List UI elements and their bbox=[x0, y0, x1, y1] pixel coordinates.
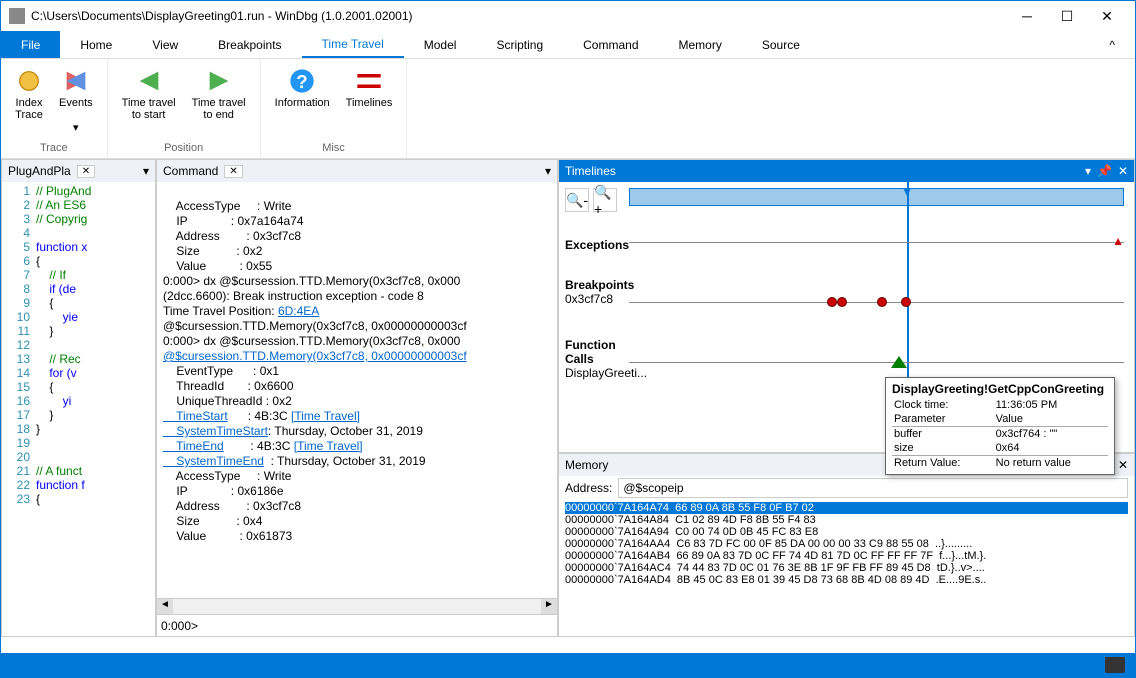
source-tab-label[interactable]: PlugAndPla bbox=[8, 164, 71, 178]
menu-bar: File Home View Breakpoints Time Travel M… bbox=[1, 31, 1135, 59]
timelines-tab-label: Timelines bbox=[565, 164, 616, 178]
menu-source[interactable]: Source bbox=[742, 31, 820, 58]
position-group-label: Position bbox=[116, 138, 252, 154]
menu-command[interactable]: Command bbox=[563, 31, 658, 58]
systemtimeend-link[interactable]: SystemTimeEnd bbox=[163, 454, 264, 468]
code-area[interactable]: 1// PlugAnd2// An ES63// Copyrig45functi… bbox=[2, 182, 155, 636]
function-call-tooltip: DisplayGreeting!GetCppConGreeting Clock … bbox=[885, 377, 1115, 475]
information-button[interactable]: ? Information bbox=[269, 63, 336, 138]
close-icon[interactable]: ✕ bbox=[1118, 458, 1128, 472]
clock-time-label: Clock time: bbox=[892, 398, 994, 412]
window-title: C:\Users\Documents\DisplayGreeting01.run… bbox=[31, 9, 1007, 23]
menu-memory[interactable]: Memory bbox=[659, 31, 742, 58]
app-icon bbox=[9, 8, 25, 24]
breakpoints-label: Breakpoints bbox=[565, 278, 634, 292]
memory-tab-label: Memory bbox=[565, 458, 608, 472]
pin-icon[interactable]: 📌 bbox=[1097, 164, 1112, 178]
command-panel: Command ✕ ▾ AccessType : Write IP : 0x7a… bbox=[156, 159, 558, 637]
command-tab-label[interactable]: Command bbox=[163, 164, 218, 178]
events-icon bbox=[62, 67, 90, 95]
menu-file[interactable]: File bbox=[1, 31, 60, 58]
close-icon[interactable]: ✕ bbox=[77, 165, 95, 178]
h-scrollbar[interactable]: ◄► bbox=[157, 598, 557, 614]
maximize-button[interactable]: ☐ bbox=[1047, 2, 1087, 30]
source-panel: PlugAndPla ✕ ▾ 1// PlugAnd2// An ES63// … bbox=[1, 159, 156, 637]
timeend-link[interactable]: TimeEnd bbox=[163, 439, 224, 453]
param-name: size bbox=[892, 441, 994, 456]
misc-group-label: Misc bbox=[269, 138, 399, 154]
play-back-icon bbox=[135, 67, 163, 95]
param-value: 0x64 bbox=[994, 441, 1108, 456]
svg-text:?: ? bbox=[296, 71, 307, 92]
breakpoint-marker[interactable] bbox=[877, 297, 887, 307]
time-travel-position-link[interactable]: 6D:4EA bbox=[278, 304, 319, 318]
info-icon: ? bbox=[288, 67, 316, 95]
address-label: Address: bbox=[565, 481, 612, 495]
breakpoint-marker[interactable] bbox=[827, 297, 837, 307]
status-bar bbox=[1, 653, 1135, 677]
timelines-button[interactable]: Timelines bbox=[340, 63, 399, 138]
menu-model[interactable]: Model bbox=[404, 31, 477, 58]
play-forward-icon bbox=[205, 67, 233, 95]
clock-time-value: 11:36:05 PM bbox=[994, 398, 1108, 412]
breakpoint-marker[interactable] bbox=[901, 297, 911, 307]
function-calls-label: Function Calls bbox=[565, 338, 616, 366]
breakpoint-marker[interactable] bbox=[837, 297, 847, 307]
time-travel-start-button[interactable]: Time travel to start bbox=[116, 63, 182, 138]
timestart-link[interactable]: TimeStart bbox=[163, 409, 228, 423]
close-icon[interactable]: ✕ bbox=[224, 165, 242, 178]
close-icon[interactable]: ✕ bbox=[1118, 164, 1128, 178]
panel-menu-icon[interactable]: ▾ bbox=[143, 164, 149, 178]
timeline-track[interactable] bbox=[629, 188, 1124, 206]
index-trace-button[interactable]: Index Trace bbox=[9, 63, 49, 138]
menu-time-travel[interactable]: Time Travel bbox=[302, 31, 404, 58]
time-travel-link[interactable]: [Time Travel] bbox=[291, 409, 360, 423]
command-input[interactable]: 0:000> bbox=[157, 614, 557, 636]
menu-home[interactable]: Home bbox=[60, 31, 132, 58]
address-input[interactable] bbox=[618, 478, 1128, 498]
trace-group-label: Trace bbox=[9, 138, 99, 154]
parameter-header: Parameter bbox=[892, 412, 994, 427]
menu-scripting[interactable]: Scripting bbox=[476, 31, 563, 58]
zoom-in-button[interactable]: 🔍+ bbox=[593, 188, 617, 212]
ribbon-collapse-icon[interactable]: ^ bbox=[1089, 31, 1135, 58]
zoom-out-button[interactable]: 🔍- bbox=[565, 188, 589, 212]
return-value: No return value bbox=[994, 456, 1108, 471]
close-button[interactable]: ✕ bbox=[1087, 2, 1127, 30]
function-call-marker[interactable] bbox=[891, 356, 907, 368]
value-header: Value bbox=[994, 412, 1108, 427]
memory-hex-view[interactable]: 00000000`7A164A74 66 89 0A 8B 55 F8 0F B… bbox=[559, 500, 1134, 636]
command-output[interactable]: AccessType : Write IP : 0x7a164a74 Addre… bbox=[157, 182, 557, 598]
time-travel-link[interactable]: [Time Travel] bbox=[294, 439, 363, 453]
menu-view[interactable]: View bbox=[132, 31, 198, 58]
time-travel-end-button[interactable]: Time travel to end bbox=[186, 63, 252, 138]
exceptions-label: Exceptions bbox=[565, 238, 629, 252]
systemtimestart-link[interactable]: SystemTimeStart bbox=[163, 424, 268, 438]
exception-marker-icon[interactable]: ▲ bbox=[1112, 234, 1124, 248]
timelines-header: Timelines ▾ 📌 ✕ bbox=[559, 160, 1134, 182]
function-name: DisplayGreeti... bbox=[565, 366, 629, 380]
param-value: 0x3cf764 : "" bbox=[994, 427, 1108, 442]
index-trace-icon bbox=[15, 67, 43, 95]
dropdown-icon[interactable]: ▾ bbox=[1085, 164, 1091, 178]
return-value-label: Return Value: bbox=[892, 456, 994, 471]
feedback-icon[interactable] bbox=[1105, 657, 1125, 673]
param-name: buffer bbox=[892, 427, 994, 442]
panel-menu-icon[interactable]: ▾ bbox=[545, 164, 551, 178]
memory-panel: Memory ✕ Address: 00000000`7A164A74 66 8… bbox=[558, 453, 1135, 637]
breakpoint-address: 0x3cf7c8 bbox=[565, 292, 629, 306]
tooltip-title: DisplayGreeting!GetCppConGreeting bbox=[892, 382, 1108, 396]
memory-query-link[interactable]: @$cursession.TTD.Memory(0x3cf7c8, 0x0000… bbox=[163, 349, 467, 363]
menu-breakpoints[interactable]: Breakpoints bbox=[198, 31, 301, 58]
ribbon: Index Trace Events▾ Trace Time travel to… bbox=[1, 59, 1135, 159]
title-bar: C:\Users\Documents\DisplayGreeting01.run… bbox=[1, 1, 1135, 31]
minimize-button[interactable]: ─ bbox=[1007, 2, 1047, 30]
events-button[interactable]: Events▾ bbox=[53, 63, 99, 138]
timelines-icon bbox=[355, 67, 383, 95]
